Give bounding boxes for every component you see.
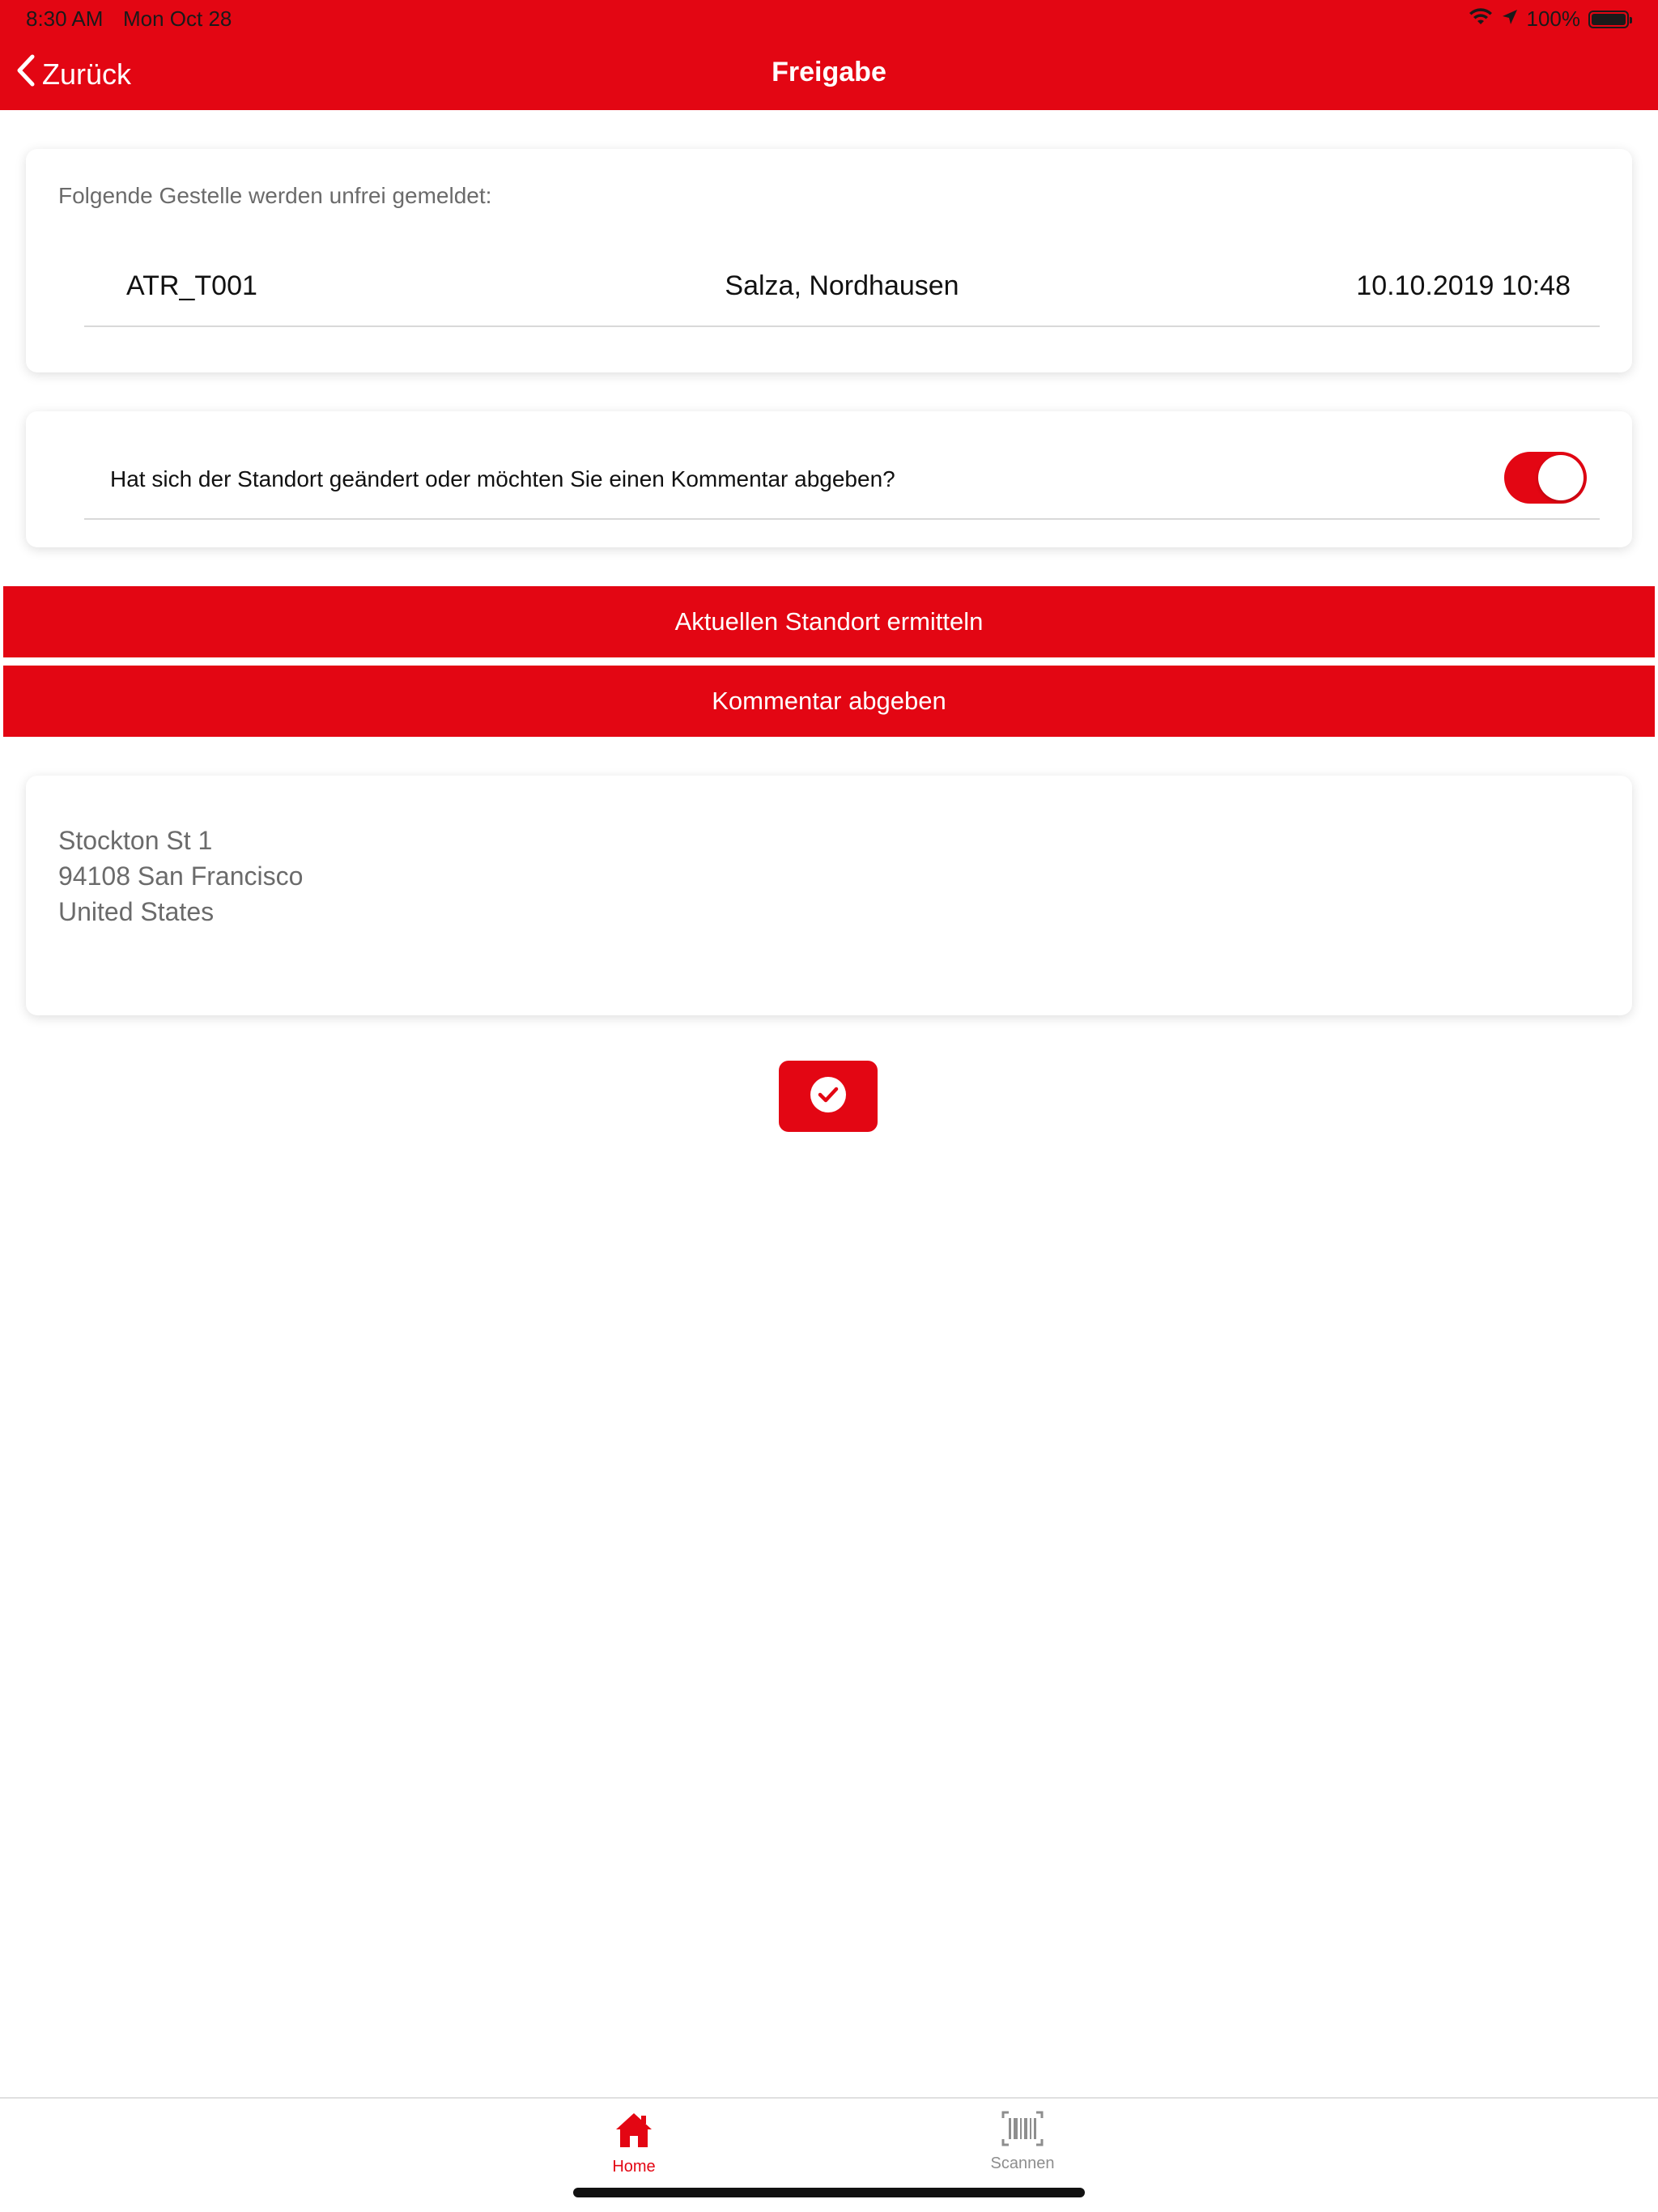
location-arrow-icon <box>1501 6 1519 32</box>
battery-icon <box>1588 10 1632 28</box>
barcode-icon <box>1001 2111 1044 2150</box>
tab-scan-label: Scannen <box>990 2155 1055 2172</box>
comment-toggle-label: Hat sich der Standort geändert oder möch… <box>110 466 895 491</box>
status-time: 8:30 AM <box>26 6 104 31</box>
page-title: Freigabe <box>772 57 886 87</box>
home-indicator <box>573 2188 1085 2197</box>
comment-toggle-card: Hat sich der Standort geändert oder möch… <box>26 411 1632 547</box>
determine-location-button[interactable]: Aktuellen Standort ermitteln <box>3 586 1655 657</box>
submit-comment-button[interactable]: Kommentar abgeben <box>3 666 1655 737</box>
comment-toggle-switch[interactable] <box>1504 452 1587 504</box>
release-card: Folgende Gestelle werden unfrei gemeldet… <box>26 149 1632 372</box>
confirm-button[interactable] <box>779 1061 878 1132</box>
wifi-icon <box>1469 6 1493 32</box>
tab-home-label: Home <box>612 2158 656 2176</box>
check-circle-icon <box>809 1075 848 1118</box>
address-city: 94108 San Francisco <box>58 861 304 891</box>
comment-toggle-row: Hat sich der Standort geändert oder möch… <box>84 452 1600 520</box>
battery-percent: 100% <box>1526 6 1581 31</box>
toggle-knob <box>1538 455 1584 500</box>
tab-home[interactable]: Home <box>577 2110 691 2176</box>
status-indicators: 100% <box>1469 6 1632 32</box>
address-street: Stockton St 1 <box>58 826 213 855</box>
top-bar: 8:30 AM Mon Oct 28 100% Zurück Freigabe <box>0 0 1658 110</box>
list-item: ATR_T001 Salza, Nordhausen 10.10.2019 10… <box>84 270 1600 327</box>
address-card: Stockton St 1 94108 San Francisco United… <box>26 776 1632 1015</box>
rack-datetime: 10.10.2019 10:48 <box>1356 270 1571 301</box>
address-country: United States <box>58 897 215 926</box>
home-icon <box>614 2113 654 2154</box>
status-date: Mon Oct 28 <box>123 6 232 31</box>
tab-scan[interactable]: Scannen <box>966 2110 1079 2173</box>
release-intro-text: Folgende Gestelle werden unfrei gemeldet… <box>58 183 492 208</box>
